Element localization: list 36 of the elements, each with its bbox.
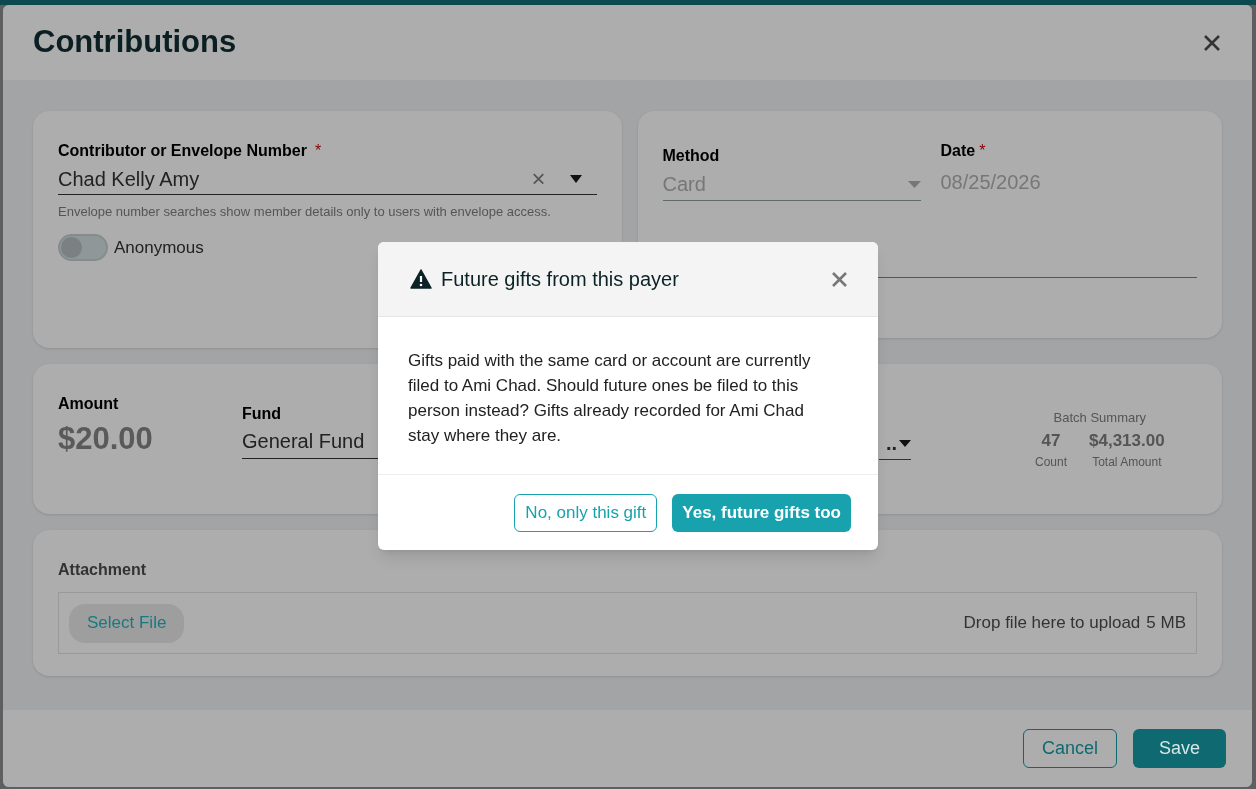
field-3-select[interactable]: .. [879,427,911,460]
anonymous-toggle[interactable] [58,234,108,261]
close-icon[interactable] [831,270,848,288]
stat-value: 47 [1041,429,1061,452]
help-text: Envelope number searches show member details only to users with envelope access. [58,203,552,221]
field-label: Attachment [58,560,147,580]
caret-icon[interactable] [899,439,911,447]
field-label: Contributor or Envelope Number [58,141,307,161]
field-label: Method [662,146,721,166]
stat-value: $4,313.00 [1089,429,1165,452]
batch-summary-title: Batch Summary [1053,409,1147,427]
confirm-button[interactable]: Yes, future gifts too [672,493,851,532]
modal-title: Contributions [33,23,237,62]
confirm-button[interactable]: Save [1133,729,1226,768]
drop-text: Drop file here to upload [963,612,1141,635]
size-limit: 5 MB [1146,612,1186,635]
contributor-select[interactable]: Chad Kelly Amy × [58,164,597,195]
warning-icon [410,269,432,289]
drop-zone[interactable]: Select File Drop file here to upload 5 MB [58,592,1197,654]
required-mark: * [979,141,986,161]
caret-icon[interactable] [569,175,582,183]
amount-value: $20.00 [58,420,153,458]
dialog-title: Future gifts from this payer [441,267,680,292]
cancel-button[interactable]: Cancel [1022,729,1117,768]
stat-label: Total Amount [1092,454,1162,471]
anonymous-label: Anonymous [114,236,204,259]
required-mark: * [314,141,322,161]
select-file-button[interactable]: Select File [69,603,185,643]
field-label: Fund [242,404,282,424]
close-icon[interactable] [1203,33,1221,52]
field-label: Amount [58,394,119,414]
dialog-message: Gifts paid with the same card or account are currently filed to Ami Chad. Should future ones be filed to this person instead? Gifts already recorded for Ami Chad stay where they are. [408,350,812,447]
clear-icon[interactable]: × [531,167,546,191]
field-label: Date [940,141,976,161]
stat-label: Count [1035,454,1068,471]
cancel-button[interactable]: No, only this gift [514,493,658,532]
